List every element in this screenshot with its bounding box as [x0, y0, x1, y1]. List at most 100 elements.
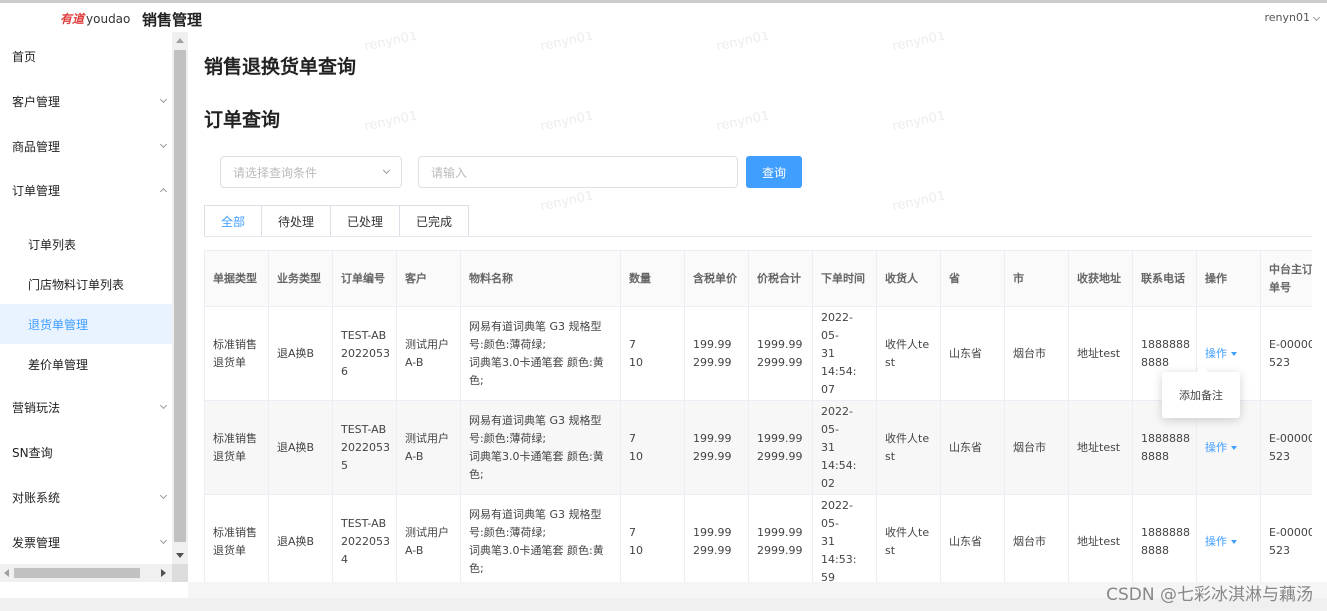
- watermark-text: renyn01: [891, 32, 947, 55]
- price-cell: 199.99 299.99: [685, 307, 749, 401]
- sidebar-item-sn-query[interactable]: SN查询: [0, 432, 172, 472]
- column-header: 客户: [397, 251, 461, 307]
- tab-completed[interactable]: 已完成: [400, 205, 470, 237]
- scrollbar-thumb[interactable]: [174, 50, 186, 542]
- main-content: 销售退换货单查询 订单查询 请选择查询条件 请输入 查询 全部 待处理 已处理 …: [188, 32, 1327, 582]
- scroll-down-icon[interactable]: [176, 553, 184, 558]
- sidebar-item-invoices[interactable]: 发票管理: [0, 522, 172, 562]
- watermark-text: renyn01: [891, 188, 947, 215]
- sidebar-horizontal-scrollbar[interactable]: [0, 564, 172, 582]
- caret-down-icon: [1231, 351, 1237, 356]
- qty-cell: 7 10: [621, 401, 685, 495]
- doc-type-cell: 标准销售 退货单: [205, 307, 269, 401]
- chevron-down-icon: [382, 166, 391, 175]
- column-header: 含税单价: [685, 251, 749, 307]
- sidebar-item-return-orders[interactable]: 退货单管理: [0, 304, 172, 344]
- op-cell: 操作: [1197, 495, 1261, 582]
- youdao-logo[interactable]: 有道 youdao: [60, 10, 130, 27]
- receiver-cell: 收件人te st: [877, 401, 941, 495]
- province-cell: 山东省: [941, 307, 1005, 401]
- column-header: 单据类型: [205, 251, 269, 307]
- user-name: renyn01: [1264, 11, 1311, 24]
- watermark-text: renyn01: [539, 32, 595, 55]
- sidebar-item-reconciliation[interactable]: 对账系统: [0, 477, 172, 517]
- total-cell: 1999.99 2999.99: [749, 495, 813, 582]
- chevron-down-icon: [159, 140, 168, 149]
- chevron-down-icon: [159, 491, 168, 500]
- watermark-text: renyn01: [539, 108, 595, 135]
- table-row[interactable]: 标准销售 退货单 退A换B TEST-AB 2022053 6 测试用户 A-B…: [205, 307, 1312, 401]
- column-header: 省: [941, 251, 1005, 307]
- sidebar-item-label: 退货单管理: [28, 317, 89, 332]
- add-remark-menu-item[interactable]: 添加备注: [1162, 366, 1240, 418]
- op-dropdown-button[interactable]: 操作: [1205, 345, 1237, 363]
- tab-pending[interactable]: 待处理: [262, 205, 332, 237]
- chevron-down-icon: [1312, 13, 1321, 22]
- tab-all[interactable]: 全部: [204, 205, 263, 237]
- time-cell: 2022-05- 31 14:53: 59: [813, 495, 877, 582]
- sidebar-item-products[interactable]: 商品管理: [0, 126, 172, 166]
- status-tabs: 全部 待处理 已处理 已完成: [204, 205, 470, 237]
- query-button[interactable]: 查询: [746, 156, 802, 188]
- chevron-down-icon: [159, 401, 168, 410]
- receiver-cell: 收件人te st: [877, 307, 941, 401]
- total-cell: 1999.99 2999.99: [749, 401, 813, 495]
- scroll-left-icon[interactable]: [4, 569, 9, 577]
- column-header: 订单编号: [333, 251, 397, 307]
- sidebar-item-label: 商品管理: [12, 139, 61, 154]
- sidebar-item-label: 对账系统: [12, 490, 61, 505]
- biz-type-cell: 退A换B: [269, 495, 333, 582]
- sidebar-vertical-scrollbar[interactable]: [172, 32, 188, 564]
- search-input[interactable]: 请输入: [418, 156, 738, 188]
- scrollbar-thumb[interactable]: [14, 568, 140, 578]
- op-dropdown-button[interactable]: 操作: [1205, 439, 1237, 457]
- sidebar-item-customers[interactable]: 客户管理: [0, 81, 172, 121]
- query-condition-select[interactable]: 请选择查询条件: [220, 156, 402, 188]
- province-cell: 山东省: [941, 401, 1005, 495]
- caret-down-icon: [1231, 539, 1237, 544]
- sidebar-item-order-list[interactable]: 订单列表: [0, 224, 172, 264]
- watermark-text: renyn01: [363, 32, 419, 55]
- column-header: 收获地址: [1069, 251, 1133, 307]
- qty-cell: 7 10: [621, 307, 685, 401]
- sidebar-item-label: 订单管理: [12, 183, 61, 198]
- address-cell: 地址test: [1069, 401, 1133, 495]
- logo-text: youdao: [86, 12, 131, 26]
- sidebar-item-label: 首页: [12, 49, 37, 64]
- tabs-divider: [204, 236, 1312, 237]
- top-header: 有道 youdao 销售管理 renyn01: [0, 0, 1327, 32]
- doc-type-cell: 标准销售 退货单: [205, 495, 269, 582]
- column-header: 联系电话: [1133, 251, 1197, 307]
- sidebar-item-price-diff-orders[interactable]: 差价单管理: [0, 344, 172, 384]
- watermark-text: renyn01: [715, 32, 771, 55]
- address-cell: 地址test: [1069, 307, 1133, 401]
- table-row[interactable]: 标准销售 退货单 退A换B TEST-AB 2022053 4 测试用户 A-B…: [205, 495, 1312, 582]
- user-menu[interactable]: renyn01: [1264, 11, 1321, 24]
- sidebar-item-home[interactable]: 首页: [0, 36, 172, 76]
- orders-table: 单据类型 业务类型 订单编号 客户 物料名称 数量 含税单价 价税合计 下单时间…: [204, 250, 1312, 582]
- order-no-cell: TEST-AB 2022053 6: [333, 307, 397, 401]
- table-row[interactable]: 标准销售 退货单 退A换B TEST-AB 2022053 5 测试用户 A-B…: [205, 401, 1312, 495]
- biz-type-cell: 退A换B: [269, 401, 333, 495]
- scroll-right-icon[interactable]: [161, 569, 166, 577]
- sidebar-item-label: 客户管理: [12, 94, 61, 109]
- sidebar-item-store-material-orders[interactable]: 门店物料订单列表: [0, 264, 172, 304]
- price-cell: 199.99 299.99: [685, 401, 749, 495]
- column-header: 数量: [621, 251, 685, 307]
- time-cell: 2022-05- 31 14:54: 02: [813, 401, 877, 495]
- caret-down-icon: [1231, 445, 1237, 450]
- center-no-cell: E-00000 523: [1261, 307, 1312, 401]
- op-label: 操作: [1205, 534, 1227, 548]
- sidebar-item-label: 营销玩法: [12, 400, 61, 415]
- sidebar-item-label: SN查询: [12, 445, 53, 460]
- op-dropdown-button[interactable]: 操作: [1205, 533, 1237, 551]
- tab-processed[interactable]: 已处理: [331, 205, 401, 237]
- watermark-text: renyn01: [363, 108, 419, 135]
- material-cell: 网易有道词典笔 G3 规格型 号:颜色:薄荷绿; 词典笔3.0卡通笔套 颜色:黄…: [461, 307, 621, 401]
- sidebar-item-marketing[interactable]: 营销玩法: [0, 387, 172, 427]
- scroll-up-icon[interactable]: [176, 38, 184, 43]
- sidebar-item-orders[interactable]: 订单管理: [0, 170, 172, 210]
- column-header: 市: [1005, 251, 1069, 307]
- total-cell: 1999.99 2999.99: [749, 307, 813, 401]
- select-placeholder: 请选择查询条件: [233, 165, 318, 180]
